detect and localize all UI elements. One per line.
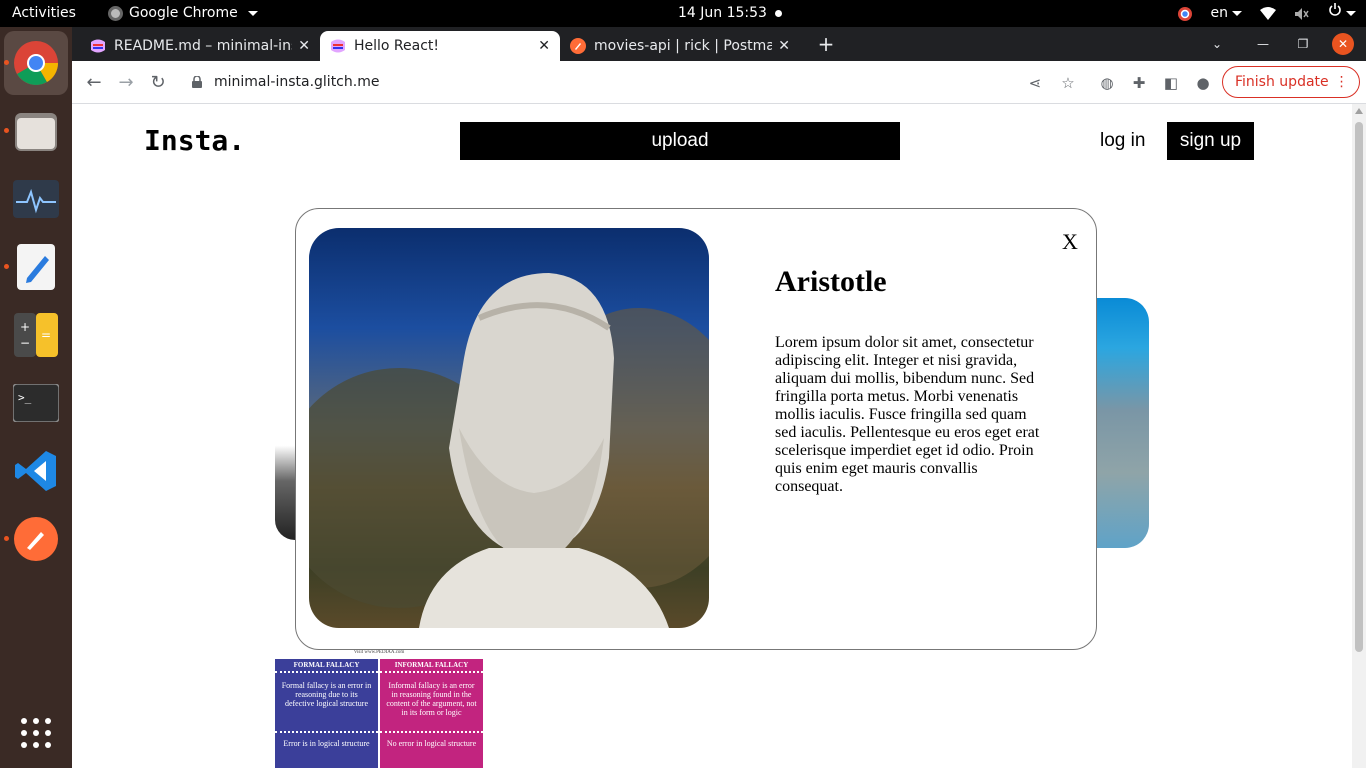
upload-button[interactable]: upload — [460, 122, 900, 160]
bust-illustration — [309, 273, 709, 628]
minimize-button[interactable]: — — [1252, 33, 1274, 55]
svg-text:=: = — [41, 328, 51, 342]
power-menu[interactable] — [1328, 0, 1356, 27]
infographic-body: Formal fallacy is an error in reasoning … — [275, 673, 378, 733]
tab-title: Hello React! — [354, 38, 440, 54]
chrome-icon[interactable] — [4, 31, 68, 95]
close-icon[interactable]: ✕ — [778, 38, 790, 54]
running-indicator — [4, 264, 9, 269]
notification-dot-icon — [775, 10, 782, 17]
tab-postman[interactable]: movies-api | rick | Postman ✕ — [560, 31, 800, 61]
app-menu-label: Google Chrome — [129, 5, 238, 21]
reload-icon[interactable]: ↻ — [147, 72, 169, 94]
infographic-footer: No error in logical structure — [386, 739, 477, 748]
files-icon[interactable] — [4, 99, 68, 163]
system-top-bar: Activities Google Chrome 14 Jun 15:53 en — [0, 0, 1366, 27]
post-detail-modal: X Aristotle Lorem ipsum dolor sit amet, … — [295, 208, 1097, 650]
language-indicator[interactable]: en — [1211, 0, 1242, 27]
globe-extension-icon[interactable]: ◍ — [1096, 72, 1118, 94]
svg-text:−: − — [20, 336, 30, 350]
infographic-footer: Error is in logical structure — [283, 739, 370, 748]
svg-text:+: + — [20, 320, 30, 334]
dock: + − = >_ — [0, 27, 72, 768]
tab-strip: README.md – minimal-insta ✕ Hello React!… — [72, 27, 1366, 61]
terminal-icon[interactable]: >_ — [4, 371, 68, 435]
chrome-tray-icon[interactable] — [1177, 6, 1193, 22]
tab-title: movies-api | rick | Postman — [594, 38, 773, 54]
tab-search-icon[interactable]: ⌄ — [1206, 33, 1228, 55]
login-link[interactable]: log in — [1100, 130, 1145, 152]
new-tab-button[interactable]: + — [812, 31, 840, 57]
close-modal-button[interactable]: X — [1062, 229, 1078, 255]
text-editor-icon[interactable] — [4, 235, 68, 299]
show-apps-icon[interactable] — [4, 701, 68, 765]
maximize-button[interactable]: ❐ — [1292, 33, 1314, 55]
system-monitor-icon[interactable] — [4, 167, 68, 231]
back-icon[interactable]: ← — [83, 72, 105, 94]
glitch-favicon-icon — [91, 39, 105, 53]
web-page: Insta. upload log in sign up Visit www.P… — [72, 104, 1352, 768]
address-bar[interactable]: minimal-insta.glitch.me — [182, 67, 1072, 97]
side-panel-icon[interactable]: ◧ — [1160, 72, 1182, 94]
url-text: minimal-insta.glitch.me — [214, 74, 380, 90]
system-tray[interactable]: en — [1177, 0, 1356, 27]
power-icon — [1329, 3, 1341, 16]
window-close-button[interactable]: ✕ — [1332, 33, 1354, 55]
scroll-up-icon[interactable] — [1355, 108, 1363, 114]
scroll-thumb[interactable] — [1355, 122, 1363, 652]
chrome-small-icon — [108, 6, 123, 21]
tab-hello-react[interactable]: Hello React! ✕ — [320, 31, 560, 61]
chevron-down-icon — [1232, 10, 1242, 16]
page-scrollbar[interactable] — [1352, 104, 1366, 768]
wifi-icon — [1260, 6, 1276, 20]
tab-readme[interactable]: README.md – minimal-insta ✕ — [80, 31, 320, 61]
close-icon[interactable]: ✕ — [298, 38, 310, 54]
browser-toolbar: ← → ↻ minimal-insta.glitch.me ⋖ ☆ ◍ ✚ ◧ … — [72, 61, 1366, 104]
vscode-icon[interactable] — [4, 439, 68, 503]
aristotle-bust-image — [309, 228, 709, 628]
svg-text:>_: >_ — [18, 391, 32, 404]
postman-icon[interactable] — [4, 507, 68, 571]
forward-icon[interactable]: → — [115, 72, 137, 94]
finish-update-label: Finish update — [1235, 74, 1329, 90]
more-menu-icon: ⋮ — [1334, 74, 1349, 90]
app-menu[interactable]: Google Chrome — [108, 0, 258, 27]
running-indicator — [4, 128, 9, 133]
finish-update-button[interactable]: Finish update ⋮ — [1222, 66, 1360, 98]
chevron-down-icon — [1346, 10, 1356, 16]
clock[interactable]: 14 Jun 15:53 — [678, 0, 767, 27]
site-logo[interactable]: Insta. — [144, 124, 245, 157]
activities-button[interactable]: Activities — [12, 0, 76, 27]
bookmark-star-icon[interactable]: ☆ — [1057, 72, 1079, 94]
background-post-image[interactable] — [1096, 298, 1149, 548]
post-title: Aristotle — [775, 265, 887, 298]
tab-title: README.md – minimal-insta — [114, 38, 292, 54]
chevron-down-icon — [247, 11, 258, 16]
running-indicator — [4, 60, 9, 65]
extensions-icon[interactable]: ✚ — [1128, 72, 1150, 94]
infographic-column-informal: INFORMAL FALLACY Informal fallacy is an … — [380, 659, 483, 768]
fallacy-infographic-post[interactable]: Visit www.PEDIAA.com FORMAL FALLACY Form… — [275, 648, 483, 768]
share-icon[interactable]: ⋖ — [1024, 72, 1046, 94]
volume-icon — [1295, 7, 1309, 20]
running-indicator — [4, 536, 9, 541]
postman-favicon-icon — [570, 38, 586, 54]
signup-button[interactable]: sign up — [1167, 122, 1254, 160]
infographic-body: Informal fallacy is an error in reasonin… — [380, 673, 483, 733]
post-description: Lorem ipsum dolor sit amet, consectetur … — [775, 334, 1040, 495]
infographic-heading: FORMAL FALLACY — [275, 659, 378, 673]
close-icon[interactable]: ✕ — [538, 38, 550, 54]
calculator-icon[interactable]: + − = — [4, 303, 68, 367]
glitch-favicon-icon — [331, 39, 345, 53]
infographic-column-formal: FORMAL FALLACY Formal fallacy is an erro… — [275, 659, 378, 768]
lock-icon[interactable] — [192, 76, 202, 88]
infographic-heading: INFORMAL FALLACY — [380, 659, 483, 673]
profile-avatar-icon[interactable]: ● — [1192, 72, 1214, 94]
